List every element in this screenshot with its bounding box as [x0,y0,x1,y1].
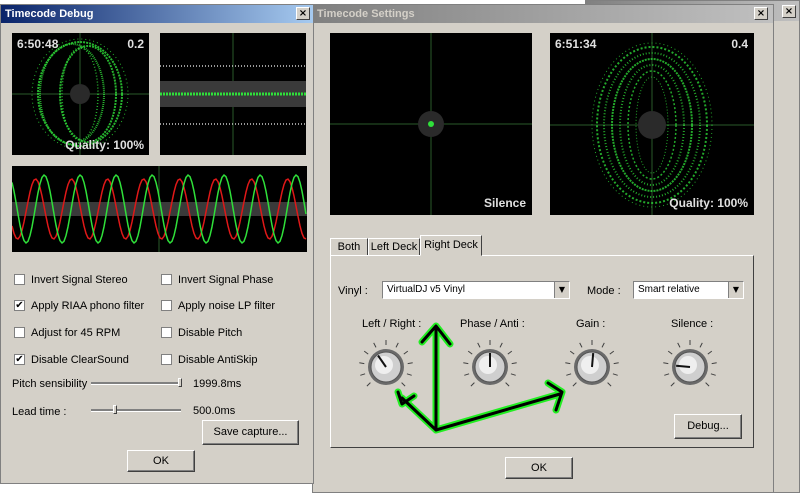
mode-label: Mode : [587,285,621,297]
checkbox-label: Invert Signal Stereo [31,274,128,286]
checkbox-apply-noise-lp[interactable]: Apply noise LP filter [161,299,275,313]
timecode-settings-title: Timecode Settings [317,8,415,20]
lead-time-slider-thumb[interactable] [113,405,117,414]
knob-icon [663,340,717,387]
checkbox-label: Apply RIAA phono filter [31,300,145,312]
timecode-debug-close-button[interactable]: × [296,7,310,20]
settings-right-scope-quality: Quality: 100% [669,196,748,210]
knob-label-silence: Silence : [671,318,714,330]
vinyl-select[interactable]: VirtualDJ v5 Vinyl ▼ [382,281,570,299]
checkbox-box[interactable]: ✔ [14,299,25,311]
knob-phase-anti[interactable] [461,338,519,399]
knob-icon [565,340,619,387]
checkbox-label: Adjust for 45 RPM [31,327,121,339]
checkbox-box[interactable] [14,273,25,285]
checkbox-label: Disable AntiSkip [178,354,258,366]
settings-ok-button[interactable]: OK [505,457,573,479]
settings-left-scope: Silence [330,33,532,215]
knob-label-phase-anti: Phase / Anti : [460,318,525,330]
debug-scope-value: 0.2 [127,37,144,51]
chevron-down-icon[interactable]: ▼ [554,282,569,298]
chevron-down-icon[interactable]: ▼ [728,282,743,298]
save-capture-button[interactable]: Save capture... [202,420,299,445]
settings-left-scope-graphic [330,33,532,215]
debug-button[interactable]: Debug... [674,414,742,439]
timecode-debug-titlebar[interactable]: Timecode Debug [1,5,313,23]
checkbox-apply-riaa[interactable]: ✔ Apply RIAA phono filter [14,299,144,313]
checkbox-disable-pitch[interactable]: Disable Pitch [161,326,242,340]
debug-waveform-graphic [12,166,307,252]
knob-icon [463,340,517,387]
pitch-sensibility-value: 1999.8ms [193,378,242,390]
debug-waveform [12,166,307,252]
timecode-settings-close-button[interactable]: × [754,7,768,20]
debug-scope-phase-graphic [160,33,306,155]
timecode-debug-window: Timecode Debug × 6:50:48 0.2 Quality: 10… [0,4,314,484]
knob-gain[interactable] [563,338,621,399]
vinyl-label: Vinyl : [338,285,368,297]
checkbox-invert-signal-phase[interactable]: Invert Signal Phase [161,273,273,287]
timecode-debug-title: Timecode Debug [5,8,94,20]
checkbox-disable-antiskip[interactable]: Disable AntiSkip [161,353,258,367]
checkbox-box[interactable]: ✔ [14,353,25,365]
checkbox-label: Disable ClearSound [31,354,129,366]
vinyl-select-value: VirtualDJ v5 Vinyl [387,284,465,295]
debug-scope-time: 6:50:48 [17,37,59,51]
settings-left-scope-status: Silence [483,196,526,210]
checkbox-box[interactable] [14,326,25,338]
tab-left-deck[interactable]: Left Deck [368,238,420,256]
knob-label-gain: Gain : [576,318,606,330]
checkbox-label: Disable Pitch [178,327,243,339]
lead-time-slider-track[interactable] [91,409,181,412]
pitch-sensibility-slider-thumb[interactable] [178,378,182,387]
pitch-sensibility-slider-track[interactable] [91,382,181,385]
timecode-settings-titlebar[interactable]: Timecode Settings [313,5,773,23]
debug-scope-phase [160,33,306,155]
mode-select-value: Smart relative [638,284,700,295]
checkbox-box[interactable] [161,299,172,311]
knob-silence[interactable] [661,338,719,399]
debug-ok-button[interactable]: OK [127,450,195,472]
knob-left-right[interactable] [357,338,415,399]
settings-right-scope: 6:51:34 0.4 Quality: 100% [550,33,754,215]
knob-label-left-right: Left / Right : [362,318,422,330]
checkbox-label: Invert Signal Phase [178,274,274,286]
checkbox-invert-signal-stereo[interactable]: Invert Signal Stereo [14,273,128,287]
checkbox-box[interactable] [161,326,172,338]
settings-right-scope-time: 6:51:34 [555,37,597,51]
pitch-sensibility-label: Pitch sensibility [12,378,88,390]
background-window-close-button[interactable]: × [782,5,796,18]
mode-select[interactable]: Smart relative ▼ [633,281,744,299]
knob-icon [359,340,413,387]
lead-time-value: 500.0ms [193,405,236,417]
tab-right-deck[interactable]: Right Deck [420,235,482,256]
checkbox-box[interactable] [161,353,172,365]
checkbox-disable-clearsound[interactable]: ✔ Disable ClearSound [14,353,129,367]
checkbox-adjust-45-rpm[interactable]: Adjust for 45 RPM [14,326,120,340]
lead-time-label: Lead time : [12,406,67,418]
settings-right-scope-value: 0.4 [731,37,748,51]
debug-scope-xy-graphic [12,33,149,155]
settings-right-scope-graphic [550,33,754,215]
tab-both[interactable]: Both [330,238,368,256]
debug-scope-xy: 6:50:48 0.2 Quality: 100% [12,33,149,155]
checkbox-label: Apply noise LP filter [178,300,276,312]
debug-scope-quality: Quality: 100% [65,138,144,152]
checkbox-box[interactable] [161,273,172,285]
